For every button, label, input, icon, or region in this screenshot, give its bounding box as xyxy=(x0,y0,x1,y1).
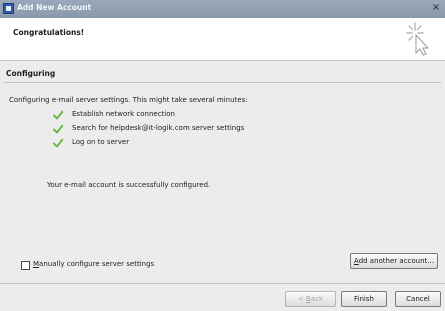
manual-config-label[interactable]: Manually configure server settings xyxy=(33,260,154,268)
step-label: Search for helpdesk@it-logik.com server … xyxy=(72,124,245,132)
close-button[interactable]: × xyxy=(430,1,442,15)
check-icon xyxy=(53,110,63,120)
cancel-button[interactable]: Cancel xyxy=(395,291,441,307)
back-button[interactable]: < Back xyxy=(285,291,336,307)
success-message: Your e-mail account is successfully conf… xyxy=(47,181,211,189)
outlook-app-icon xyxy=(3,3,14,14)
add-another-account-button[interactable]: Add another account... xyxy=(350,253,438,269)
check-icon xyxy=(53,124,63,134)
section-divider xyxy=(4,82,441,83)
header-banner: Congratulations! xyxy=(0,18,445,61)
check-icon xyxy=(53,138,63,148)
banner-title: Congratulations! xyxy=(13,28,85,37)
step-label: Log on to server xyxy=(72,138,130,146)
title-bar: Add New Account × xyxy=(0,0,445,18)
footer-divider xyxy=(0,283,445,284)
manual-config-checkbox[interactable] xyxy=(21,261,30,270)
step-label: Establish network connection xyxy=(72,110,175,118)
sparkle-cursor-icon xyxy=(406,22,430,56)
window-title: Add New Account xyxy=(17,3,92,12)
finish-button[interactable]: Finish xyxy=(341,291,387,307)
configuring-message: Configuring e-mail server settings. This… xyxy=(9,96,248,104)
section-title: Configuring xyxy=(6,69,56,78)
